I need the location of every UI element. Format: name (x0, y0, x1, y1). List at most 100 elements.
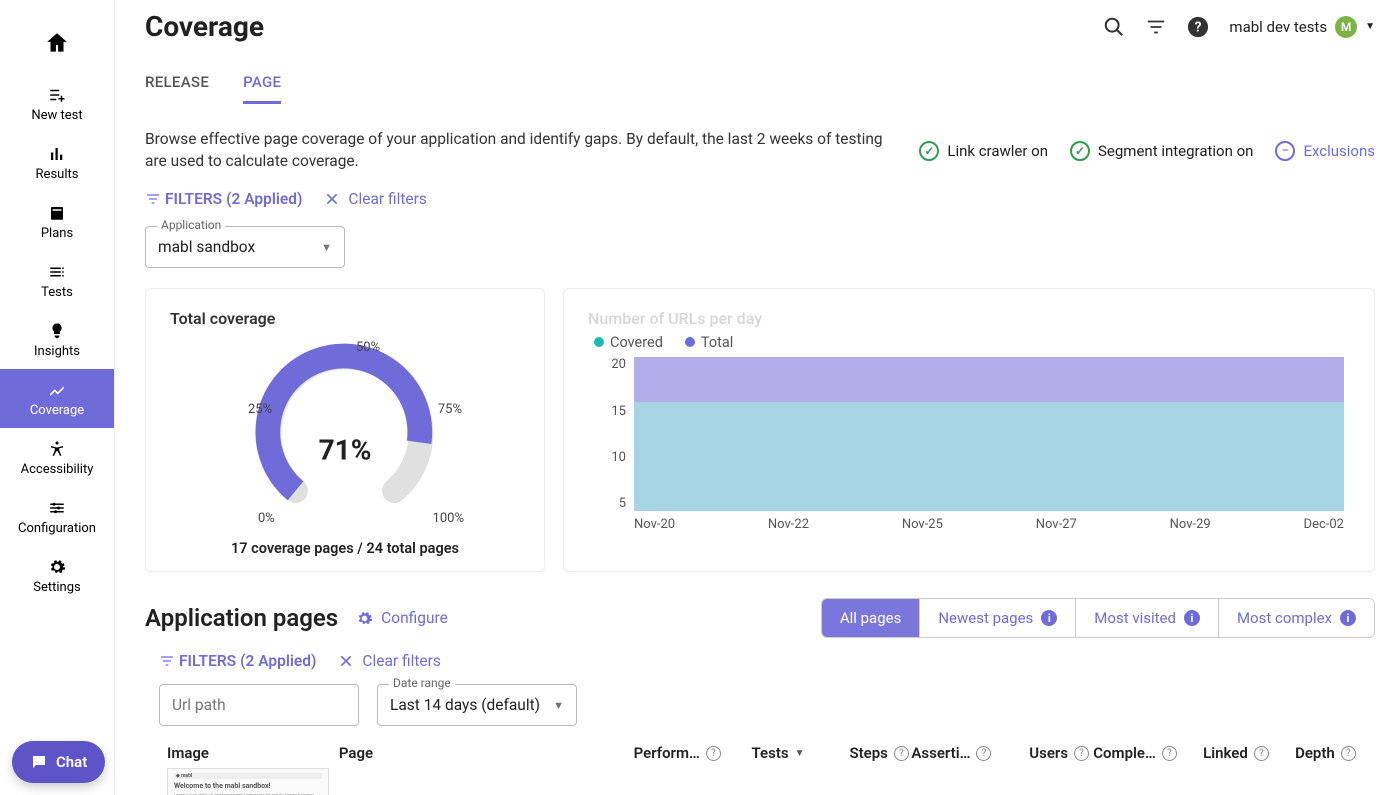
chat-icon (30, 753, 48, 771)
segment-newest-pages[interactable]: Newest pagesi (919, 599, 1075, 637)
card-title: Total coverage (170, 309, 520, 328)
clear-filters-label: Clear filters (348, 190, 427, 208)
segment-all-pages[interactable]: All pages (822, 599, 920, 637)
url-path-input[interactable]: Url path (159, 684, 359, 726)
nav-label: Results (36, 167, 79, 182)
filters-bottom: FILTERS (2 Applied) Clear filters (145, 652, 1375, 670)
clear-filters-button[interactable]: Clear filters (324, 190, 427, 208)
pages-section-header: Application pages Configure All pages Ne… (145, 598, 1375, 638)
configure-button[interactable]: Configure (356, 609, 448, 627)
header: Coverage ? mabl dev tests M ▼ (145, 10, 1375, 43)
col-page[interactable]: Page (339, 744, 634, 762)
avatar: M (1335, 16, 1357, 38)
workspace-switcher[interactable]: mabl dev tests M ▼ (1229, 16, 1375, 38)
nav-configuration[interactable]: Configuration (0, 487, 114, 546)
configuration-icon (48, 499, 66, 517)
col-users[interactable]: Users? (1029, 744, 1093, 762)
x-axis: Nov-20 Nov-22 Nov-25 Nov-27 Nov-29 Dec-0… (634, 517, 1344, 537)
chevron-down-icon: ▼ (553, 699, 564, 712)
table-row[interactable]: ◆ mabl Welcome to the mabl sandbox! Lore… (145, 768, 1375, 795)
nav-label: Insights (34, 344, 80, 359)
intro-row: Browse effective page coverage of your a… (145, 129, 1375, 172)
clear-filters-button[interactable]: Clear filters (338, 652, 441, 670)
nav-settings[interactable]: Settings (0, 546, 114, 605)
select-value: Last 14 days (default) (390, 696, 540, 714)
filters-button[interactable]: FILTERS (2 Applied) (145, 190, 302, 208)
col-tests[interactable]: Tests▼ (752, 744, 850, 762)
legend-covered: Covered (594, 334, 663, 351)
chat-label: Chat (56, 753, 87, 771)
chart-legend: Covered Total (594, 334, 1350, 351)
nav-label: Coverage (30, 403, 84, 418)
home-icon (44, 30, 70, 56)
gauge-tick-75: 75% (438, 402, 462, 417)
search-icon[interactable] (1103, 16, 1125, 38)
coverage-icon (48, 381, 66, 399)
link-crawler-status[interactable]: ✓ Link crawler on (919, 141, 1048, 161)
date-range-select[interactable]: Date range Last 14 days (default) ▼ (377, 684, 577, 726)
main: Coverage ? mabl dev tests M ▼ RELEASE PA… (115, 0, 1400, 795)
table-header: Image Page Perform…? Tests▼ Steps? Asser… (145, 744, 1375, 762)
col-complexity[interactable]: Comple…? (1093, 744, 1203, 762)
nav-plans[interactable]: Plans (0, 192, 114, 251)
inputs-row: Url path Date range Last 14 days (defaul… (145, 684, 1375, 726)
workspace-name: mabl dev tests (1229, 18, 1327, 36)
info-icon: ? (1162, 746, 1177, 761)
nav-insights[interactable]: Insights (0, 310, 114, 369)
col-perform[interactable]: Perform…? (634, 744, 752, 762)
header-actions: ? mabl dev tests M ▼ (1103, 16, 1375, 38)
nav-results[interactable]: Results (0, 133, 114, 192)
settings-icon (48, 558, 66, 576)
select-value: mabl sandbox (158, 238, 255, 256)
filters-button[interactable]: FILTERS (2 Applied) (159, 652, 316, 670)
plans-icon (48, 204, 66, 222)
nav-label: Configuration (18, 521, 96, 536)
card-title: Number of URLs per day (588, 309, 1350, 328)
nav-new-test[interactable]: New test (0, 74, 114, 133)
gauge-tick-0: 0% (258, 511, 275, 526)
page-title: Coverage (145, 10, 264, 43)
status-label: Link crawler on (947, 142, 1048, 160)
exclusions-label: Exclusions (1303, 142, 1375, 160)
select-label: Application (157, 218, 225, 232)
plot-area (634, 357, 1344, 511)
col-image[interactable]: Image (167, 744, 339, 762)
gauge-summary: 17 coverage pages / 24 total pages (170, 540, 520, 557)
chat-button[interactable]: Chat (12, 741, 105, 783)
chevron-down-icon: ▼ (1365, 21, 1375, 32)
segment-most-complex[interactable]: Most complexi (1218, 599, 1374, 637)
info-icon: ? (894, 746, 909, 761)
accessibility-icon (48, 440, 66, 458)
col-assertions[interactable]: Asserti…? (911, 744, 1029, 762)
filter-icon[interactable] (1145, 16, 1167, 38)
segment-most-visited[interactable]: Most visitedi (1075, 599, 1218, 637)
nav-label: Settings (33, 580, 80, 595)
nav-label: New test (31, 108, 82, 123)
help-icon[interactable]: ? (1187, 16, 1209, 38)
filters-applied: (2 Applied) (226, 190, 302, 208)
info-icon: i (1184, 610, 1200, 626)
placeholder: Url path (172, 696, 226, 714)
gauge-tick-25: 25% (248, 402, 272, 417)
new-test-icon (48, 86, 66, 104)
col-linked[interactable]: Linked? (1203, 744, 1295, 762)
svg-text:?: ? (1195, 19, 1202, 35)
section-title: Application pages (145, 604, 338, 632)
nav-tests[interactable]: Tests (0, 251, 114, 310)
nav-coverage[interactable]: Coverage (0, 369, 114, 428)
application-select[interactable]: Application mabl sandbox ▼ (145, 226, 345, 268)
tab-page[interactable]: PAGE (243, 73, 281, 104)
charts-row: Total coverage 71% 0% 25% 50% 75% 100% 1… (145, 288, 1375, 572)
results-icon (48, 145, 66, 163)
tab-release[interactable]: RELEASE (145, 73, 209, 104)
col-steps[interactable]: Steps? (849, 744, 911, 762)
nav-home[interactable] (0, 18, 114, 74)
info-icon: i (1041, 610, 1057, 626)
segment-status[interactable]: ✓ Segment integration on (1070, 141, 1253, 161)
col-depth[interactable]: Depth? (1295, 744, 1375, 762)
covered-area (634, 402, 1344, 511)
tests-icon (48, 263, 66, 281)
chevron-down-icon: ▼ (321, 241, 332, 254)
exclusions-button[interactable]: − Exclusions (1275, 141, 1375, 161)
nav-accessibility[interactable]: Accessibility (0, 428, 114, 487)
